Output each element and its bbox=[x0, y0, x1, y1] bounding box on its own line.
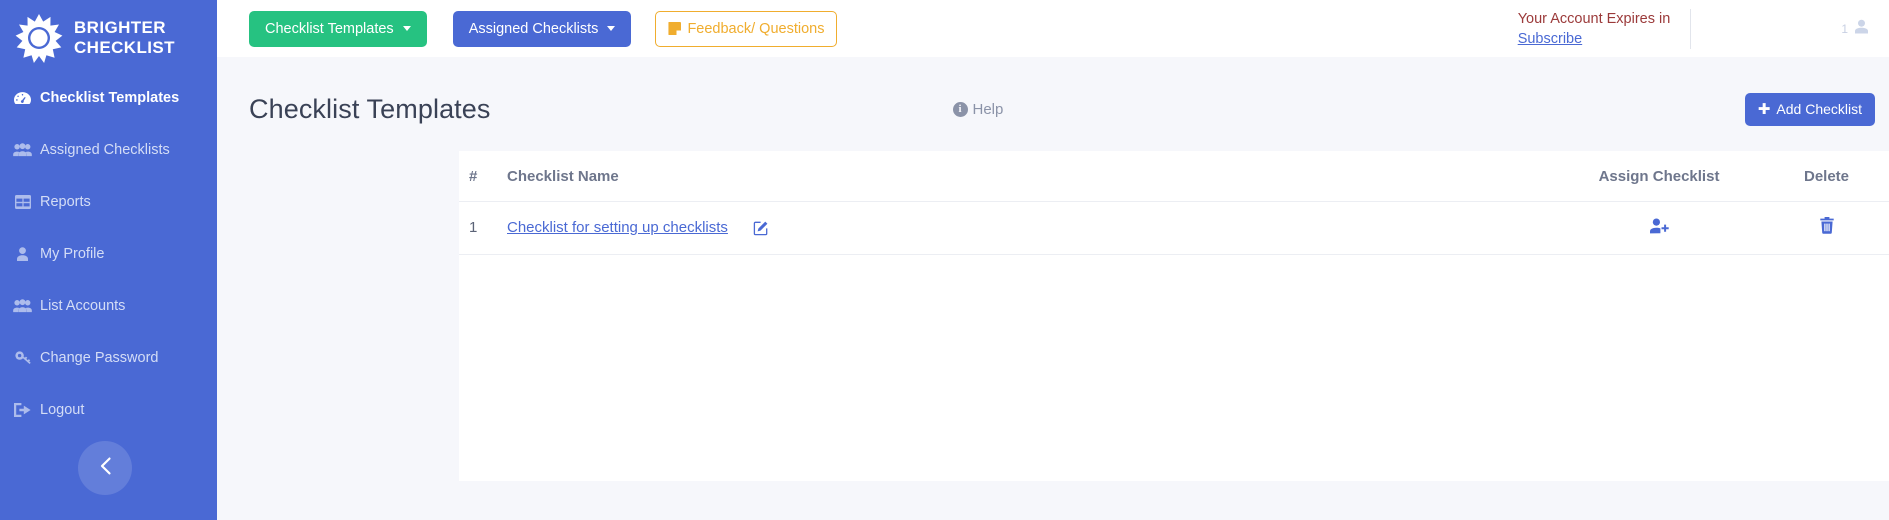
main-column: Checklist Templates Assigned Checklists … bbox=[217, 0, 1889, 520]
topbar: Checklist Templates Assigned Checklists … bbox=[217, 0, 1889, 57]
brand-text: BRIGHTER CHECKLIST bbox=[74, 18, 175, 58]
page-header: Checklist Templates i Help ✚ Add Checkli… bbox=[217, 57, 1889, 135]
sun-icon bbox=[14, 13, 64, 63]
checklist-table-card: # Checklist Name Assign Checklist Delete… bbox=[459, 151, 1889, 481]
user-count: 1 bbox=[1841, 21, 1848, 36]
brand-line-2: CHECKLIST bbox=[74, 38, 175, 57]
sidebar-item-change-password[interactable]: Change Password bbox=[0, 332, 217, 384]
table-header-row: # Checklist Name Assign Checklist Delete bbox=[459, 151, 1889, 202]
users-icon bbox=[12, 299, 33, 313]
row-number: 1 bbox=[459, 201, 507, 255]
checklist-name-link[interactable]: Checklist for setting up checklists bbox=[507, 219, 728, 236]
sidebar-item-logout[interactable]: Logout bbox=[0, 384, 217, 436]
user-plus-icon[interactable] bbox=[1649, 218, 1669, 234]
row-name-cell: Checklist for setting up checklists bbox=[507, 201, 1554, 255]
sidebar-item-label: Reports bbox=[40, 194, 91, 210]
sidebar-item-label: List Accounts bbox=[40, 298, 126, 314]
sidebar-item-reports[interactable]: Reports bbox=[0, 176, 217, 228]
sidebar-item-label: Change Password bbox=[40, 350, 159, 366]
button-label: Assigned Checklists bbox=[468, 20, 599, 37]
row-assign-cell bbox=[1554, 201, 1764, 255]
account-expiry: Your Account Expires in Subscribe bbox=[1518, 9, 1691, 49]
user-avatar-icon bbox=[1854, 19, 1869, 39]
sign-out-icon bbox=[12, 403, 33, 417]
table-body: 1 Checklist for setting up checklists bbox=[459, 201, 1889, 255]
chevron-down-icon bbox=[402, 26, 411, 31]
help-button[interactable]: i Help bbox=[952, 100, 1004, 118]
account-expiry-text: Your Account Expires in bbox=[1517, 10, 1671, 27]
column-header-delete: Delete bbox=[1764, 151, 1889, 202]
app-root: BRIGHTER CHECKLIST Checklist Templates A… bbox=[0, 0, 1889, 520]
sidebar-item-assigned-checklists[interactable]: Assigned Checklists bbox=[0, 124, 217, 176]
sidebar-item-my-profile[interactable]: My Profile bbox=[0, 228, 217, 280]
add-checklist-button[interactable]: ✚ Add Checklist bbox=[1744, 92, 1875, 126]
plus-icon: ✚ bbox=[1757, 100, 1771, 118]
user-menu[interactable]: 1 bbox=[1691, 19, 1869, 39]
tachometer-icon bbox=[12, 91, 33, 106]
sidebar-item-label: My Profile bbox=[40, 246, 105, 262]
sidebar-item-label: Checklist Templates bbox=[40, 90, 180, 106]
info-icon: i bbox=[952, 101, 968, 117]
button-label: Add Checklist bbox=[1776, 101, 1862, 117]
subscribe-link[interactable]: Subscribe bbox=[1518, 29, 1582, 49]
content-area: Checklist Templates i Help ✚ Add Checkli… bbox=[217, 57, 1889, 520]
sidebar-item-checklist-templates[interactable]: Checklist Templates bbox=[0, 72, 217, 124]
checklist-table: # Checklist Name Assign Checklist Delete… bbox=[459, 151, 1889, 255]
sidebar-nav: Checklist Templates Assigned Checklists bbox=[0, 72, 217, 436]
column-header-number: # bbox=[459, 151, 507, 202]
user-icon bbox=[12, 247, 33, 261]
brand[interactable]: BRIGHTER CHECKLIST bbox=[0, 0, 217, 66]
column-header-name: Checklist Name bbox=[507, 151, 1554, 202]
users-icon bbox=[12, 143, 33, 157]
topbar-right: Your Account Expires in Subscribe 1 bbox=[1518, 0, 1869, 57]
column-header-assign: Assign Checklist bbox=[1554, 151, 1764, 202]
trash-icon[interactable] bbox=[1819, 217, 1835, 234]
button-label: Checklist Templates bbox=[265, 20, 394, 37]
row-delete-cell bbox=[1764, 201, 1889, 255]
chevron-left-icon bbox=[99, 457, 112, 480]
sidebar-item-label: Assigned Checklists bbox=[40, 142, 170, 158]
sidebar: BRIGHTER CHECKLIST Checklist Templates A… bbox=[0, 0, 217, 520]
button-label: Feedback/ Questions bbox=[687, 20, 825, 37]
table-head: # Checklist Name Assign Checklist Delete bbox=[459, 151, 1889, 202]
help-label: Help bbox=[972, 100, 1004, 118]
table-row: 1 Checklist for setting up checklists bbox=[459, 201, 1889, 255]
key-icon bbox=[12, 351, 33, 365]
edit-pencil-icon[interactable] bbox=[753, 220, 769, 236]
assigned-checklists-dropdown-button[interactable]: Assigned Checklists bbox=[452, 10, 632, 47]
page-title: Checklist Templates bbox=[249, 93, 491, 124]
note-icon bbox=[668, 22, 682, 35]
table-icon bbox=[12, 195, 33, 209]
sidebar-collapse-button[interactable] bbox=[78, 441, 132, 495]
sidebar-item-list-accounts[interactable]: List Accounts bbox=[0, 280, 217, 332]
feedback-questions-button[interactable]: Feedback/ Questions bbox=[655, 10, 838, 47]
checklist-templates-dropdown-button[interactable]: Checklist Templates bbox=[249, 10, 427, 47]
brand-line-1: BRIGHTER bbox=[74, 18, 166, 37]
sidebar-item-label: Logout bbox=[40, 402, 85, 418]
chevron-down-icon bbox=[607, 26, 616, 31]
